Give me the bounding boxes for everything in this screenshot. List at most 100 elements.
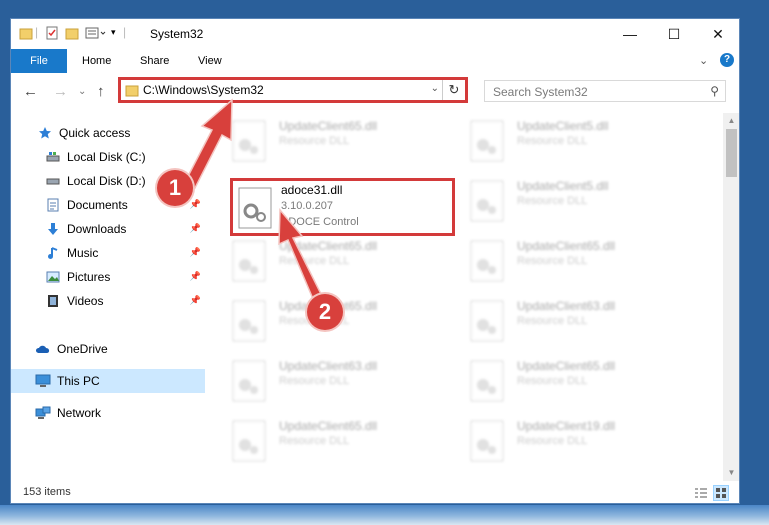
expand-ribbon-icon[interactable]: ⌄ <box>699 49 708 73</box>
folder-icon <box>19 26 33 43</box>
file-name: UpdateClient65.dll <box>279 239 378 253</box>
film-icon <box>45 293 61 309</box>
nav-quick-access[interactable]: Quick access <box>11 121 205 145</box>
pin-icon[interactable]: 📌 <box>190 247 201 258</box>
music-note-icon <box>45 245 61 261</box>
file-description: ADOCE Control <box>281 216 359 228</box>
nav-local-disk-c[interactable]: Local Disk (C:) <box>11 145 205 169</box>
customize-toolbar-icon[interactable] <box>85 26 107 43</box>
navigation-pane: Quick access Local Disk (C:) Local Disk … <box>11 113 205 481</box>
step-2-callout: 2 <box>307 294 343 330</box>
file-name: UpdateClient19.dll <box>517 419 616 433</box>
toolbar-divider: | <box>35 25 39 39</box>
refresh-button[interactable]: ↻ <box>442 80 465 100</box>
forward-button[interactable]: → <box>53 83 68 100</box>
new-folder-icon[interactable] <box>65 26 79 43</box>
pin-icon[interactable]: 📌 <box>190 223 201 234</box>
help-icon[interactable]: ? <box>720 53 734 67</box>
file-description: Resource DLL <box>279 255 350 267</box>
pin-icon[interactable]: 📌 <box>190 199 201 210</box>
drive-icon <box>45 149 61 165</box>
pin-icon[interactable]: 📌 <box>190 295 201 306</box>
file-description: Resource DLL <box>279 435 350 447</box>
properties-icon[interactable] <box>45 26 59 43</box>
file-description: Resource DLL <box>517 435 588 447</box>
scroll-up-icon[interactable]: ▲ <box>723 113 739 129</box>
nav-label: Documents <box>67 198 128 212</box>
nav-pictures[interactable]: Pictures 📌 <box>11 265 205 289</box>
quick-access-dropdown-icon[interactable]: ▾ <box>111 27 116 38</box>
file-tile[interactable]: UpdateClient63.dll Resource DLL <box>223 353 453 411</box>
maximize-button[interactable]: ☐ <box>652 19 696 49</box>
documents-icon <box>45 197 61 213</box>
file-version: 3.10.0.207 <box>281 200 333 212</box>
scroll-down-icon[interactable]: ▼ <box>723 465 739 481</box>
nav-label: Network <box>57 406 102 420</box>
file-name: UpdateClient5.dll <box>517 119 609 133</box>
file-description: Resource DLL <box>517 375 588 387</box>
search-icon[interactable]: ⚲ <box>710 84 719 98</box>
file-tile[interactable]: UpdateClient65.dll Resource DLL <box>223 233 453 291</box>
address-dropdown-icon[interactable]: ⌄ <box>431 83 439 94</box>
large-icons-view-icon[interactable] <box>713 485 729 501</box>
file-name: UpdateClient5.dll <box>517 179 609 193</box>
pin-icon[interactable]: 📌 <box>190 271 201 282</box>
vertical-scrollbar[interactable]: ▲ ▼ <box>723 113 739 481</box>
nav-label: Music <box>67 246 99 260</box>
file-tile[interactable]: UpdateClient65.dll Resource DLL <box>461 233 691 291</box>
window-title: System32 <box>150 27 204 41</box>
address-bar[interactable]: C:\Windows\System32 ⌄ ↻ <box>118 77 468 103</box>
tab-home[interactable]: Home <box>82 49 111 73</box>
close-button[interactable]: ✕ <box>696 19 739 49</box>
nav-label: Quick access <box>59 126 131 140</box>
file-tile[interactable]: UpdateClient19.dll Resource DLL <box>461 413 691 471</box>
nav-videos[interactable]: Videos 📌 <box>11 289 205 313</box>
dll-file-icon <box>470 420 504 462</box>
dll-file-icon <box>232 120 266 162</box>
explorer-window: | ▾ | System32 — ☐ ✕ File Home Share Vie… <box>10 18 740 504</box>
download-arrow-icon <box>45 221 61 237</box>
computer-icon <box>35 373 51 389</box>
nav-downloads[interactable]: Downloads 📌 <box>11 217 205 241</box>
details-view-icon[interactable] <box>693 485 709 501</box>
back-button[interactable]: ← <box>23 83 38 100</box>
network-icon <box>35 405 51 421</box>
file-description: Resource DLL <box>279 135 350 147</box>
nav-label: OneDrive <box>57 342 108 356</box>
dll-file-icon <box>232 300 266 342</box>
nav-onedrive[interactable]: OneDrive <box>11 337 205 361</box>
nav-this-pc[interactable]: This PC <box>11 369 205 393</box>
address-row: ← → ⌄ ↑ C:\Windows\System32 ⌄ ↻ Search S… <box>11 73 739 113</box>
star-icon <box>37 125 53 141</box>
nav-music[interactable]: Music 📌 <box>11 241 205 265</box>
dll-file-icon <box>470 180 504 222</box>
file-name: UpdateClient63.dll <box>517 299 616 313</box>
file-name: UpdateClient65.dll <box>517 359 616 373</box>
tab-view[interactable]: View <box>198 49 222 73</box>
file-tile[interactable]: UpdateClient65.dll Resource DLL <box>223 113 453 171</box>
up-button[interactable]: ↑ <box>97 83 105 100</box>
scroll-thumb[interactable] <box>726 129 737 177</box>
search-input[interactable]: Search System32 ⚲ <box>484 80 726 102</box>
dll-file-icon <box>470 240 504 282</box>
nav-network[interactable]: Network <box>11 401 205 425</box>
status-bar: 153 items <box>11 481 739 503</box>
tab-share[interactable]: Share <box>140 49 169 73</box>
ribbon-tabs: File Home Share View ⌄ ? <box>11 49 739 74</box>
tab-file[interactable]: File <box>11 49 67 73</box>
file-tile[interactable]: UpdateClient65.dll Resource DLL <box>223 413 453 471</box>
file-name: UpdateClient65.dll <box>279 119 378 133</box>
recent-locations-button[interactable]: ⌄ <box>78 86 86 97</box>
highlighted-file-adoce31[interactable]: adoce31.dll 3.10.0.207 ADOCE Control <box>230 178 455 236</box>
folder-icon <box>125 83 139 100</box>
file-tile[interactable]: UpdateClient63.dll Resource DLL <box>461 293 691 351</box>
file-tile[interactable]: UpdateClient65.dll Resource DLL <box>461 353 691 411</box>
dll-file-icon <box>470 120 504 162</box>
address-path[interactable]: C:\Windows\System32 <box>143 83 264 97</box>
dll-file-icon <box>232 420 266 462</box>
dll-file-icon <box>470 300 504 342</box>
file-tile[interactable]: UpdateClient5.dll Resource DLL <box>461 113 691 171</box>
step-1-callout: 1 <box>157 170 193 206</box>
file-tile[interactable]: UpdateClient5.dll Resource DLL <box>461 173 691 231</box>
minimize-button[interactable]: — <box>608 19 652 49</box>
